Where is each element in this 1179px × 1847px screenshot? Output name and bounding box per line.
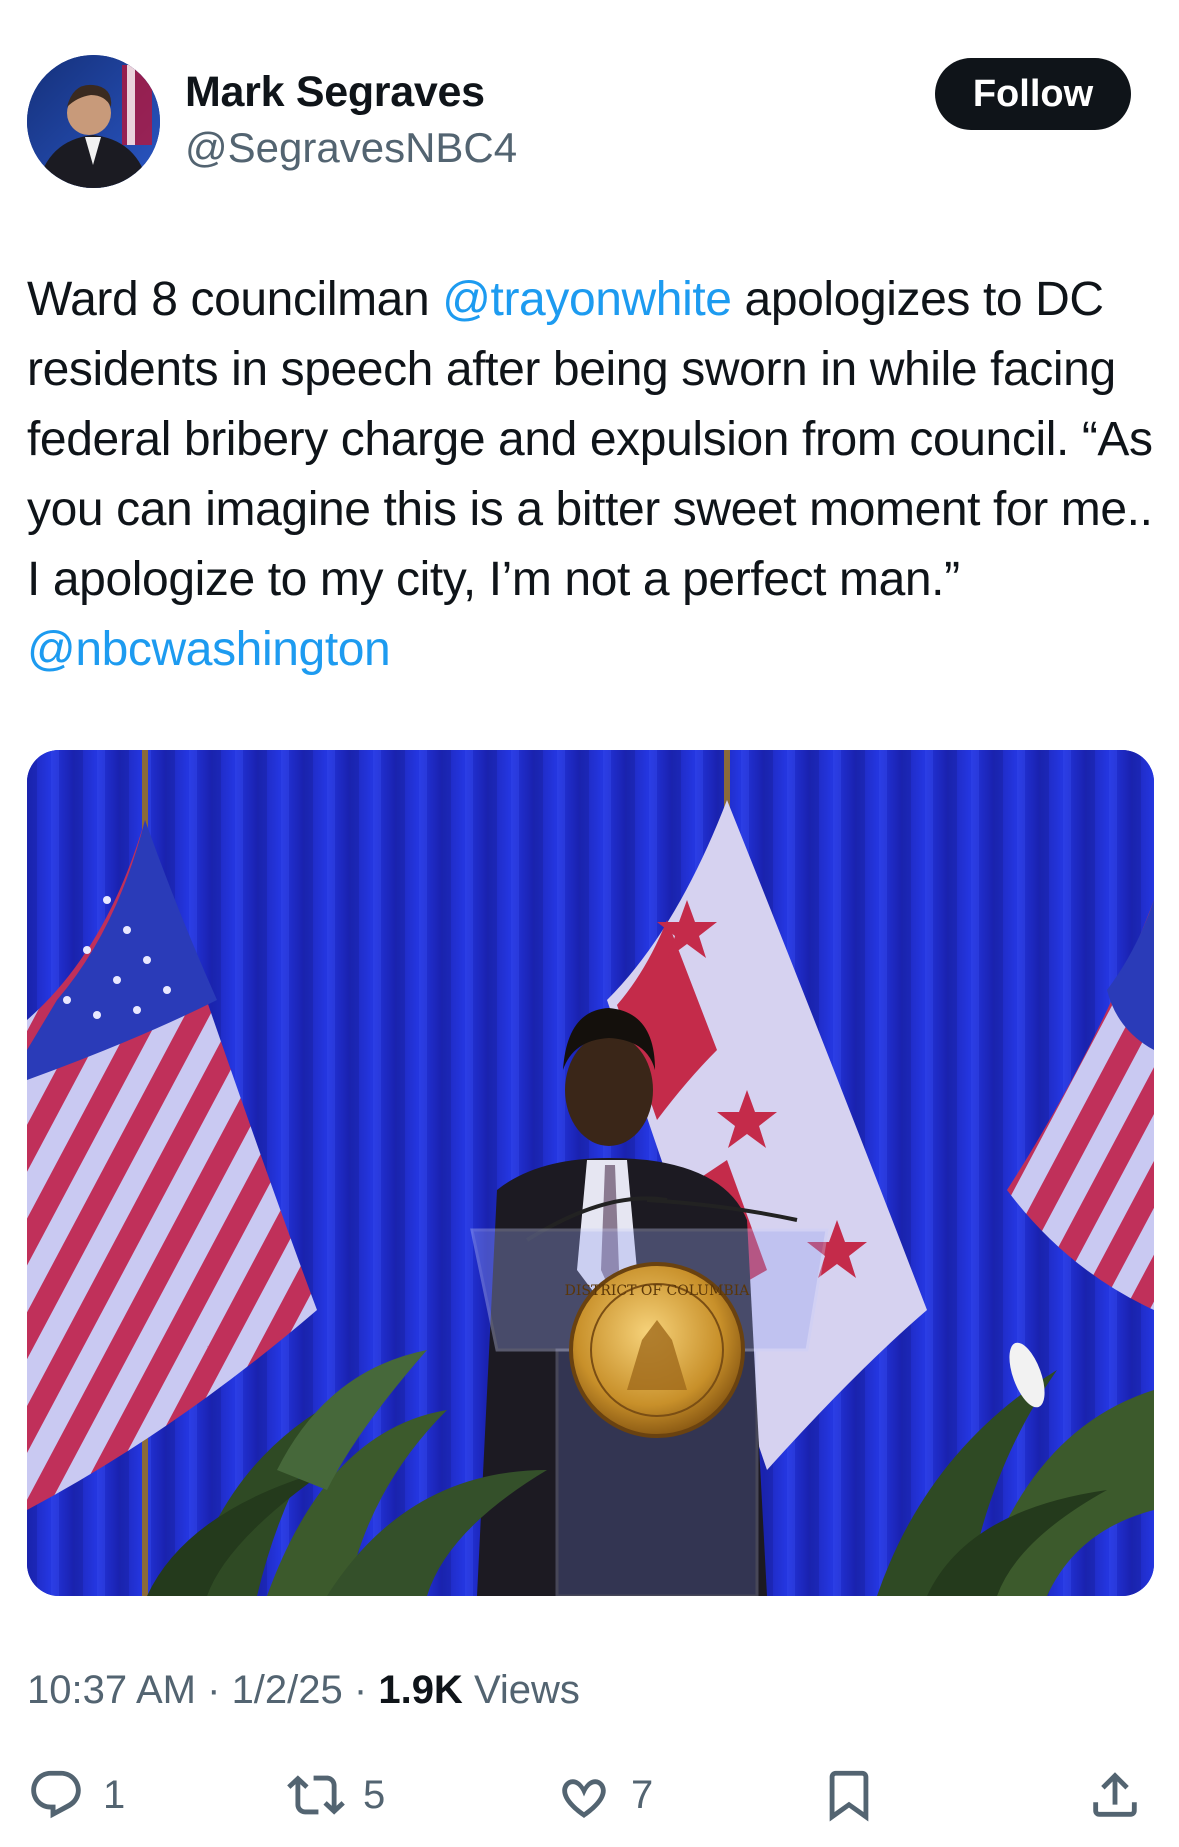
tweet-date[interactable]: 1/2/25 xyxy=(232,1668,343,1712)
views-label: Views xyxy=(462,1668,580,1712)
meta-separator: · xyxy=(196,1668,232,1712)
share-icon xyxy=(1093,1772,1137,1817)
tweet-meta: 10:37 AM · 1/2/25 · 1.9K Views xyxy=(27,1668,580,1713)
mention-link-trayonwhite[interactable]: @trayonwhite xyxy=(442,273,732,326)
author-display-name[interactable]: Mark Segraves xyxy=(185,68,485,117)
bookmark-button[interactable] xyxy=(820,1755,878,1835)
author-handle[interactable]: @SegravesNBC4 xyxy=(185,124,517,172)
bookmark-icon xyxy=(829,1770,869,1822)
views-count: 1.9K xyxy=(378,1668,463,1712)
like-count: 7 xyxy=(631,1772,654,1817)
reply-count: 1 xyxy=(103,1772,126,1817)
avatar-image xyxy=(27,55,160,188)
meta-separator: · xyxy=(342,1668,379,1712)
seal-text: DISTRICT OF COLUMBIA xyxy=(565,1283,751,1299)
action-bar: 1 5 7 xyxy=(0,1755,1179,1835)
tweet-text: Ward 8 councilman @trayonwhite apologize… xyxy=(27,265,1157,685)
tweet-time[interactable]: 10:37 AM xyxy=(27,1668,196,1712)
photo-scene: DISTRICT OF COLUMBIA xyxy=(27,750,1154,1596)
tweet-text-part: Ward 8 councilman xyxy=(27,273,443,326)
reply-button[interactable]: 1 xyxy=(27,1755,125,1835)
repost-icon xyxy=(287,1775,345,1815)
mention-link-nbcwashington[interactable]: @nbcwashington xyxy=(27,623,391,676)
follow-button[interactable]: Follow xyxy=(935,58,1131,130)
avatar[interactable] xyxy=(27,55,160,188)
reply-icon xyxy=(31,1770,81,1819)
repost-button[interactable]: 5 xyxy=(287,1755,385,1835)
tweet-media-photo[interactable]: DISTRICT OF COLUMBIA xyxy=(27,750,1154,1596)
like-icon xyxy=(562,1779,606,1818)
repost-count: 5 xyxy=(363,1772,386,1817)
like-button[interactable]: 7 xyxy=(555,1755,653,1835)
share-button[interactable] xyxy=(1086,1755,1144,1835)
